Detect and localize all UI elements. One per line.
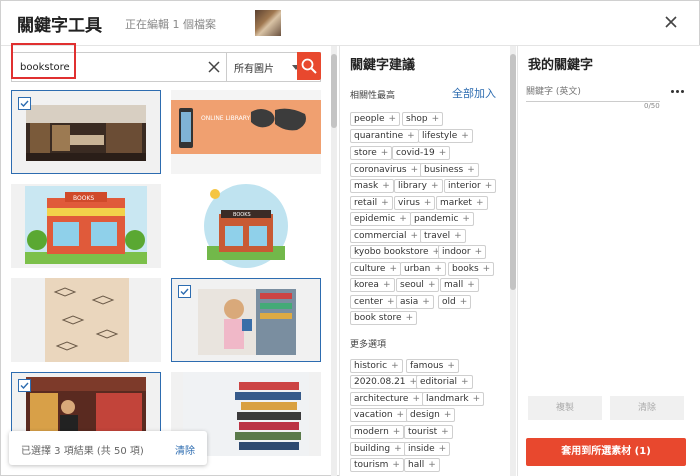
image-online-library-banner: ONLINE LIBRARY bbox=[171, 90, 321, 174]
search-bar: 所有圖片 bbox=[11, 52, 321, 82]
keyword-tag[interactable]: mask + bbox=[350, 179, 394, 193]
keyword-tag[interactable]: urban + bbox=[400, 262, 446, 276]
image-tile[interactable] bbox=[171, 278, 321, 362]
selected-checkbox[interactable] bbox=[18, 97, 31, 110]
keyword-tag[interactable]: shop + bbox=[402, 112, 444, 126]
editing-count: 正在編輯 1 個檔案 bbox=[125, 18, 216, 31]
keyword-tag[interactable]: 2020.08.21 + bbox=[350, 375, 422, 389]
keyword-tool-dialog: 關鍵字工具 正在編輯 1 個檔案 所有圖片 bbox=[0, 0, 700, 476]
keyword-tag[interactable]: historic + bbox=[350, 359, 403, 373]
selected-checkbox[interactable] bbox=[18, 379, 31, 392]
keyword-tag[interactable]: store + bbox=[350, 146, 393, 160]
keyword-input[interactable] bbox=[526, 82, 660, 102]
keyword-tag[interactable]: tourist + bbox=[404, 425, 453, 439]
keyword-tag[interactable]: pandemic + bbox=[410, 212, 474, 226]
keyword-tag[interactable]: retail + bbox=[350, 196, 393, 210]
copy-button[interactable]: 複製 bbox=[528, 396, 602, 420]
keyword-tag[interactable]: seoul + bbox=[396, 278, 440, 292]
keyword-tag[interactable]: center + bbox=[350, 295, 399, 309]
keyword-tag[interactable]: culture + bbox=[350, 262, 401, 276]
keyword-tag[interactable]: famous + bbox=[406, 359, 459, 373]
more-options-label: 更多選項 bbox=[350, 340, 387, 350]
close-icon[interactable] bbox=[661, 12, 681, 32]
keyword-tag[interactable]: inside + bbox=[404, 442, 451, 456]
image-tile[interactable] bbox=[11, 90, 161, 174]
keyword-tag[interactable]: hall + bbox=[404, 458, 440, 472]
keyword-tag[interactable]: architecture + bbox=[350, 392, 425, 406]
keyword-tag[interactable]: lifestyle + bbox=[418, 129, 473, 143]
my-keywords-panel: 我的關鍵字 0/50 複製 清除 套用到所選素材 (1) bbox=[517, 45, 700, 476]
keyword-tag[interactable]: epidemic + bbox=[350, 212, 411, 226]
keyword-tag[interactable]: kyobo bookstore + bbox=[350, 245, 445, 259]
kiosk-sign: BOOKS bbox=[233, 212, 251, 218]
clear-icon[interactable] bbox=[205, 58, 223, 76]
shop-sign: BOOKS bbox=[73, 195, 94, 202]
keyword-tag[interactable]: travel + bbox=[420, 229, 466, 243]
suggestions-panel: 關鍵字建議 相關性最高 全部加入 people + shop + quarantin… bbox=[339, 45, 517, 476]
suggestions-title: 關鍵字建議 bbox=[350, 58, 416, 73]
suggestions-scrollbar[interactable] bbox=[510, 46, 516, 476]
keyword-tag[interactable]: building + bbox=[350, 442, 406, 456]
keyword-tag[interactable]: mall + bbox=[440, 278, 479, 292]
image-tile[interactable]: BOOKS bbox=[11, 184, 161, 268]
search-icon bbox=[301, 58, 317, 74]
keyword-tag[interactable]: vacation + bbox=[350, 408, 409, 422]
scrollbar-thumb[interactable] bbox=[331, 54, 337, 128]
keyword-tag[interactable]: commercial + bbox=[350, 229, 423, 243]
image-panel: 所有圖片 bbox=[1, 45, 339, 476]
keyword-tag[interactable]: old + bbox=[438, 295, 472, 309]
image-grid-scrollbar[interactable] bbox=[331, 46, 337, 476]
apply-button[interactable]: 套用到所選素材 (1) bbox=[526, 438, 686, 466]
more-options-icon[interactable] bbox=[671, 90, 685, 96]
clear-selection-link[interactable]: 清除 bbox=[175, 442, 195, 457]
keyword-tag[interactable]: market + bbox=[436, 196, 488, 210]
image-books-shop: BOOKS bbox=[25, 186, 147, 264]
keyword-tag[interactable]: coronavirus + bbox=[350, 163, 423, 177]
dialog-title: 關鍵字工具 bbox=[17, 16, 102, 36]
image-type-select[interactable]: 所有圖片 bbox=[234, 60, 274, 75]
relevance-label: 相關性最高 bbox=[350, 91, 396, 101]
keyword-tag[interactable]: asia + bbox=[396, 295, 434, 309]
image-tile[interactable] bbox=[11, 278, 161, 362]
image-library-interior bbox=[26, 105, 146, 161]
keyword-tag[interactable]: quarantine + bbox=[350, 129, 419, 143]
keyword-tag[interactable]: people + bbox=[350, 112, 401, 126]
keyword-tag[interactable]: books + bbox=[448, 262, 495, 276]
keyword-tag[interactable]: modern + bbox=[350, 425, 405, 439]
keyword-tag[interactable]: business + bbox=[420, 163, 479, 177]
selection-count: 已選擇 3 項結果 (共 50 項) bbox=[21, 446, 144, 457]
image-girl-reading bbox=[198, 289, 296, 355]
keyword-tag[interactable]: tourism + bbox=[350, 458, 404, 472]
keyword-tag[interactable]: virus + bbox=[394, 196, 436, 210]
keyword-tag[interactable]: covid-19 + bbox=[392, 146, 451, 160]
image-grid: ONLINE LIBRARY BOOKS BOOKS bbox=[1, 90, 331, 476]
keyword-tag[interactable]: indoor + bbox=[438, 245, 487, 259]
image-tile[interactable]: ONLINE LIBRARY bbox=[171, 90, 321, 174]
selected-checkbox[interactable] bbox=[178, 285, 191, 298]
keyword-tag[interactable]: interior + bbox=[444, 179, 497, 193]
banner-text: ONLINE LIBRARY bbox=[201, 115, 251, 122]
current-file-thumbnail[interactable] bbox=[255, 10, 281, 36]
scrollbar-thumb[interactable] bbox=[510, 54, 516, 290]
image-books-kiosk: BOOKS bbox=[171, 184, 321, 268]
search-input[interactable] bbox=[16, 53, 206, 81]
clear-button[interactable]: 清除 bbox=[610, 396, 684, 420]
image-tile[interactable]: BOOKS bbox=[171, 184, 321, 268]
search-button[interactable] bbox=[297, 52, 321, 80]
keyword-tag[interactable]: design + bbox=[406, 408, 456, 422]
keyword-tag[interactable]: korea + bbox=[350, 278, 395, 292]
divider bbox=[226, 53, 227, 81]
keyword-tag[interactable]: library + bbox=[394, 179, 443, 193]
add-all-link[interactable]: 全部加入 bbox=[452, 85, 496, 101]
keyword-tag[interactable]: landmark + bbox=[422, 392, 485, 406]
selection-status: 已選擇 3 項結果 (共 50 項) 清除 bbox=[9, 431, 207, 465]
keyword-tag[interactable]: editorial + bbox=[416, 375, 473, 389]
image-book-pattern bbox=[45, 278, 129, 362]
keyword-count: 0/50 bbox=[644, 102, 660, 110]
my-keywords-title: 我的關鍵字 bbox=[528, 58, 594, 73]
dialog-header: 關鍵字工具 正在編輯 1 個檔案 bbox=[1, 1, 699, 45]
keyword-tag[interactable]: book store + bbox=[350, 311, 418, 325]
